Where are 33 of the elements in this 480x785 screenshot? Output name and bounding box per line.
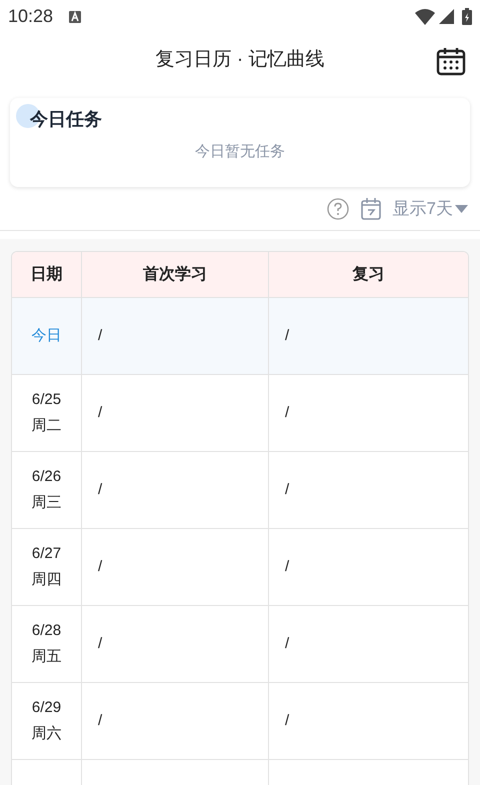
table-cell-text: / — [98, 326, 102, 346]
battery-icon — [462, 8, 472, 25]
table-cell-text: / — [285, 480, 290, 500]
status-time: 10:28 — [8, 5, 54, 28]
range-dropdown[interactable]: 显示7天 — [392, 196, 468, 222]
table-cell-text: / — [285, 710, 290, 731]
calendar-icon[interactable] — [436, 46, 466, 76]
date-cell-text: 6/27 周四 — [32, 544, 62, 590]
date-cell-text: 6/26 周三 — [32, 467, 62, 513]
column-header: 日期 — [30, 264, 62, 284]
caret-icon — [455, 204, 468, 212]
table-cell-text: / — [98, 402, 102, 423]
card-title: 今日任务 — [30, 108, 102, 131]
date-cell-text: 今日 — [32, 326, 62, 346]
table-cell-text: / — [285, 402, 290, 423]
column-header: 复习 — [352, 264, 384, 284]
table-cell-text: / — [98, 556, 102, 577]
empty-message: 今日暂无任务 — [195, 142, 285, 162]
date-cell-text: 6/25 周二 — [32, 390, 62, 436]
column-header: 首次学习 — [143, 264, 207, 284]
signal-icon — [439, 9, 454, 24]
page-title: 复习日历 · 记忆曲线 — [156, 48, 324, 72]
table-cell-text: / — [285, 556, 290, 577]
date-cell-text: 6/29 周六 — [32, 698, 62, 744]
table-cell-text: / — [285, 634, 290, 654]
date-cell-text: 6/28 周五 — [32, 621, 62, 667]
table-cell-text: / — [98, 710, 102, 731]
wifi-icon — [415, 8, 435, 24]
table-cell-text: / — [98, 480, 102, 500]
help-icon[interactable] — [326, 198, 349, 220]
table-cell-text: / — [285, 326, 290, 346]
table-cell-text: / — [98, 634, 102, 654]
notification-icon — [69, 10, 82, 22]
